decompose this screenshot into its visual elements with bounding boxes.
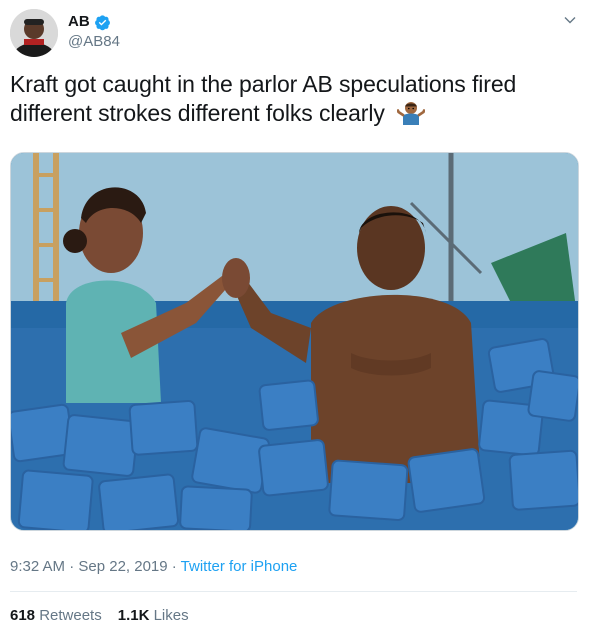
chevron-down-icon[interactable] bbox=[562, 12, 578, 28]
verified-badge-icon bbox=[94, 14, 110, 30]
source-link[interactable]: Twitter for iPhone bbox=[181, 558, 298, 575]
avatar[interactable] bbox=[10, 9, 58, 57]
tweet-card: AB @AB84 Kraft got caught in the parlor … bbox=[0, 0, 593, 634]
user-handle[interactable]: @AB84 bbox=[68, 33, 120, 51]
author-name-row: AB bbox=[68, 13, 111, 31]
likes-stat[interactable]: 1.1K Likes bbox=[118, 607, 189, 624]
likes-label: Likes bbox=[149, 607, 189, 624]
retweets-label: Retweets bbox=[35, 607, 102, 624]
avatar-image bbox=[10, 9, 58, 57]
likes-count: 1.1K bbox=[117, 607, 150, 624]
photo-image bbox=[11, 153, 578, 530]
retweets-stat[interactable]: 618 Retweets bbox=[10, 607, 102, 624]
timestamp[interactable]: 9:32 AM · Sep 22, 2019 · bbox=[10, 558, 181, 575]
man-shrugging-emoji bbox=[397, 102, 426, 125]
tweet-photo[interactable] bbox=[10, 152, 579, 531]
tweet-stats: 618 Retweets 1.1K Likes bbox=[10, 606, 189, 626]
display-name[interactable]: AB bbox=[68, 13, 90, 31]
tweet-meta: 9:32 AM · Sep 22, 2019 · Twitter for iPh… bbox=[10, 557, 297, 577]
tweet-text-block: Kraft got caught in the parlor AB specul… bbox=[10, 70, 570, 128]
divider bbox=[10, 591, 577, 592]
retweets-count: 618 bbox=[10, 607, 36, 624]
tweet-text: Kraft got caught in the parlor AB specul… bbox=[10, 71, 517, 126]
